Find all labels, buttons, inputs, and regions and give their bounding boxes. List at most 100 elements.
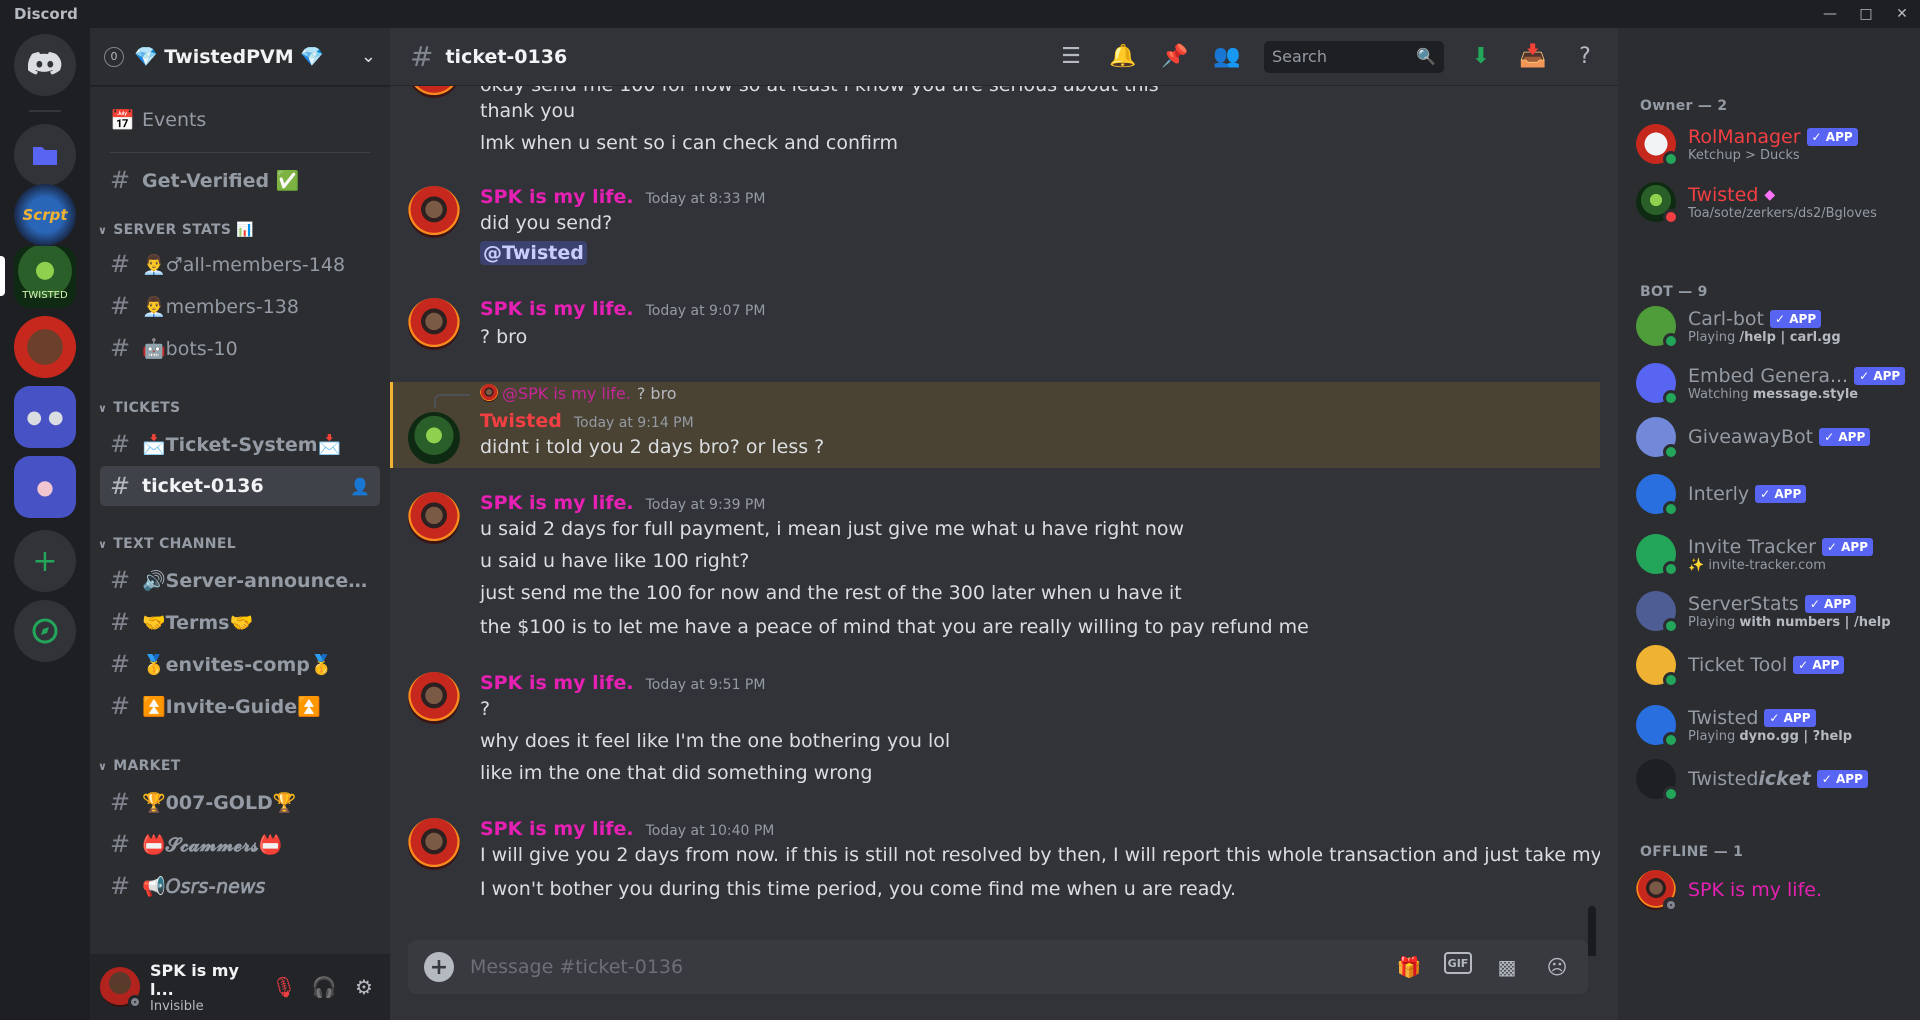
member-activity: Playing with numbers | /help — [1688, 615, 1891, 630]
avatar — [1636, 645, 1679, 688]
headphones-icon[interactable]: 🎧 — [308, 971, 340, 1003]
member-item[interactable]: GiveawayBot ✓ APP — [1626, 414, 1916, 460]
message-composer[interactable]: + Message #ticket-0136 🎁 GIF ▩ ☹ — [408, 940, 1588, 994]
channel-007-gold[interactable]: # 🏆007-GOLD🏆 — [100, 782, 380, 822]
category-text-channel[interactable]: ∨ TEXT CHANNEL — [98, 536, 236, 552]
channel-server-announcements[interactable]: # 🔊Server-announcements — [100, 560, 380, 600]
user-info[interactable]: SPK is my l... Invisible — [150, 961, 268, 1014]
search-input[interactable]: Search 🔍 — [1264, 40, 1444, 73]
inbox-icon[interactable]: 📥 — [1518, 42, 1548, 72]
channel-all-members[interactable]: # 👨‍💼♂all-members-148 — [100, 244, 380, 284]
scrollbar[interactable] — [1588, 906, 1596, 956]
category-server-stats[interactable]: ∨ SERVER STATS 📊 — [98, 222, 254, 238]
member-item[interactable]: ServerStats ✓ APP Playing with numbers | /… — [1626, 585, 1916, 637]
member-item[interactable]: RolManager ✓ APP Ketchup > Ducks — [1626, 118, 1916, 170]
activity-detail: /help | carl.gg — [1739, 329, 1841, 345]
active-server-indicator — [0, 256, 5, 296]
author-name[interactable]: SPK is my life. — [480, 492, 634, 514]
channel-terms[interactable]: # 🤝Terms🤝 — [100, 602, 380, 642]
channel-osrs-news[interactable]: # 📢𝘖𝘴𝘳𝘴-𝘯𝘦𝘸𝘴 — [100, 866, 380, 906]
channel-scammers[interactable]: # 📛𝓢𝓬𝓪𝓶𝓶𝓮𝓻𝓼📛 — [100, 824, 380, 864]
member-list-icon[interactable]: 👥 — [1212, 42, 1242, 72]
member-item[interactable]: Ticket Tool ✓ APP — [1626, 642, 1916, 688]
gif-button[interactable]: GIF — [1444, 952, 1472, 974]
channel-get-verified[interactable]: # Get-Verified ✅ — [100, 160, 380, 200]
threads-icon[interactable]: ☰ — [1056, 42, 1086, 72]
gear-icon[interactable]: ⚙ — [348, 971, 380, 1003]
member-name: ServerStats ✓ APP — [1688, 593, 1891, 615]
guild-header[interactable]: 0 💎 TwistedPVM 💎 ⌄ — [90, 28, 390, 86]
mute-microphone-icon[interactable]: 🎙 — [268, 971, 300, 1003]
channel-ticket-system[interactable]: # 📩Ticket-System📩 — [100, 424, 380, 464]
events-label: Events — [142, 109, 207, 131]
minimize-icon[interactable]: — — [1812, 0, 1848, 28]
status-online-icon — [1663, 390, 1679, 406]
pin-icon[interactable]: 📌 — [1160, 42, 1190, 72]
maximize-icon[interactable]: □ — [1848, 0, 1884, 28]
help-icon[interactable]: ? — [1570, 42, 1600, 72]
events-item[interactable]: 📅 Events — [100, 100, 380, 140]
server-folder-icon[interactable]: ● ● — [14, 386, 76, 448]
reply-connector — [434, 394, 470, 408]
member-item[interactable]: Twisted𝙞𝙘𝙠𝙚𝙩 ✓ APP — [1626, 756, 1916, 802]
category-market[interactable]: ∨ MARKET — [98, 758, 181, 774]
author-name[interactable]: SPK is my life. — [480, 818, 634, 840]
avatar[interactable] — [408, 672, 460, 724]
avatar[interactable] — [408, 412, 460, 464]
explore-servers-icon[interactable] — [14, 600, 76, 662]
member-item[interactable]: Twisted ◆ Toa/sote/zerkers/ds2/Bgloves — [1626, 176, 1916, 228]
channel-envites-comp[interactable]: # 🥇envites-comp🥇 — [100, 644, 380, 684]
avatar[interactable] — [408, 298, 460, 350]
chevron-down-icon[interactable]: ⌄ — [361, 46, 376, 67]
close-icon[interactable]: ✕ — [1884, 0, 1920, 28]
server-scripts-icon[interactable]: Scrpt — [14, 184, 76, 246]
author-name[interactable]: SPK is my life. — [480, 298, 634, 320]
message-text: I will give you 2 days from now. if this… — [480, 844, 1600, 866]
gift-icon[interactable]: 🎁 — [1394, 952, 1424, 982]
channel-bots[interactable]: # 🤖bots-10 — [100, 328, 380, 368]
author-name[interactable]: Twisted — [480, 410, 562, 432]
sticker-icon[interactable]: ▩ — [1492, 952, 1522, 982]
user-panel: SPK is my l... Invisible 🎙 🎧 ⚙ — [90, 954, 390, 1020]
category-tickets[interactable]: ∨ TICKETS — [98, 400, 180, 416]
member-group-owner: Owner — 2 — [1640, 98, 1728, 114]
bell-icon[interactable]: 🔔 — [1108, 42, 1138, 72]
message-group: SPK is my life. Today at 9:51 PM ? why d… — [390, 672, 1600, 792]
channel-members[interactable]: # 👨‍💼members-138 — [100, 286, 380, 326]
activity-detail: with numbers | /help — [1739, 614, 1891, 630]
channel-invite-guide[interactable]: # ⏫Invite-Guide⏫ — [100, 686, 380, 726]
server-twisted-icon[interactable]: TWISTED — [14, 246, 76, 308]
add-member-icon[interactable]: 👤 — [350, 477, 370, 496]
member-item[interactable]: Carl-bot ✓ APP Playing /help | carl.gg — [1626, 300, 1916, 352]
author-name[interactable]: SPK is my life. — [480, 672, 634, 694]
reply-reference[interactable]: @SPK is my life. ? bro — [480, 384, 677, 403]
channel-ticket-0136[interactable]: # ticket-0136 👤 — [100, 466, 380, 506]
message-text: okay send me 100 for now so at least i k… — [480, 86, 1159, 96]
avatar[interactable] — [408, 186, 460, 238]
avatar[interactable] — [408, 86, 460, 98]
text-channel-locked-icon: # — [110, 430, 131, 458]
server-booster-icon: ◆ — [1764, 186, 1776, 203]
download-icon[interactable]: ⬇ — [1466, 42, 1496, 72]
attach-plus-icon[interactable]: + — [424, 952, 454, 982]
member-item[interactable]: Embed Genera... ✓ APP Watching message.sty… — [1626, 357, 1916, 409]
avatar[interactable] — [408, 818, 460, 870]
discord-home-button[interactable] — [14, 34, 76, 96]
message-input[interactable]: Message #ticket-0136 — [470, 956, 1394, 978]
emoji-icon[interactable]: ☹ — [1542, 952, 1572, 982]
user-mention[interactable]: @Twisted — [480, 241, 587, 265]
server-anime-icon[interactable]: ● — [14, 456, 76, 518]
author-name[interactable]: SPK is my life. — [480, 186, 634, 208]
add-server-icon[interactable]: + — [14, 530, 76, 592]
member-item[interactable]: Interly ✓ APP — [1626, 471, 1916, 517]
avatar[interactable] — [408, 492, 460, 544]
member-name-text: Twisted𝙞𝙘𝙠𝙚𝙩 — [1688, 768, 1811, 790]
message-header: SPK is my life. Today at 9:51 PM — [480, 672, 765, 694]
member-item[interactable]: SPK is my life. — [1626, 864, 1916, 916]
avatar[interactable] — [100, 967, 142, 1009]
member-item[interactable]: Invite Tracker ✓ APP ✨ invite-tracker.com — [1626, 528, 1916, 580]
message-header: SPK is my life. Today at 9:39 PM — [480, 492, 765, 514]
member-item[interactable]: Twisted ✓ APP Playing dyno.gg | ?help — [1626, 699, 1916, 751]
server-avatar-icon[interactable] — [14, 316, 76, 378]
folder-icon[interactable] — [14, 124, 76, 186]
